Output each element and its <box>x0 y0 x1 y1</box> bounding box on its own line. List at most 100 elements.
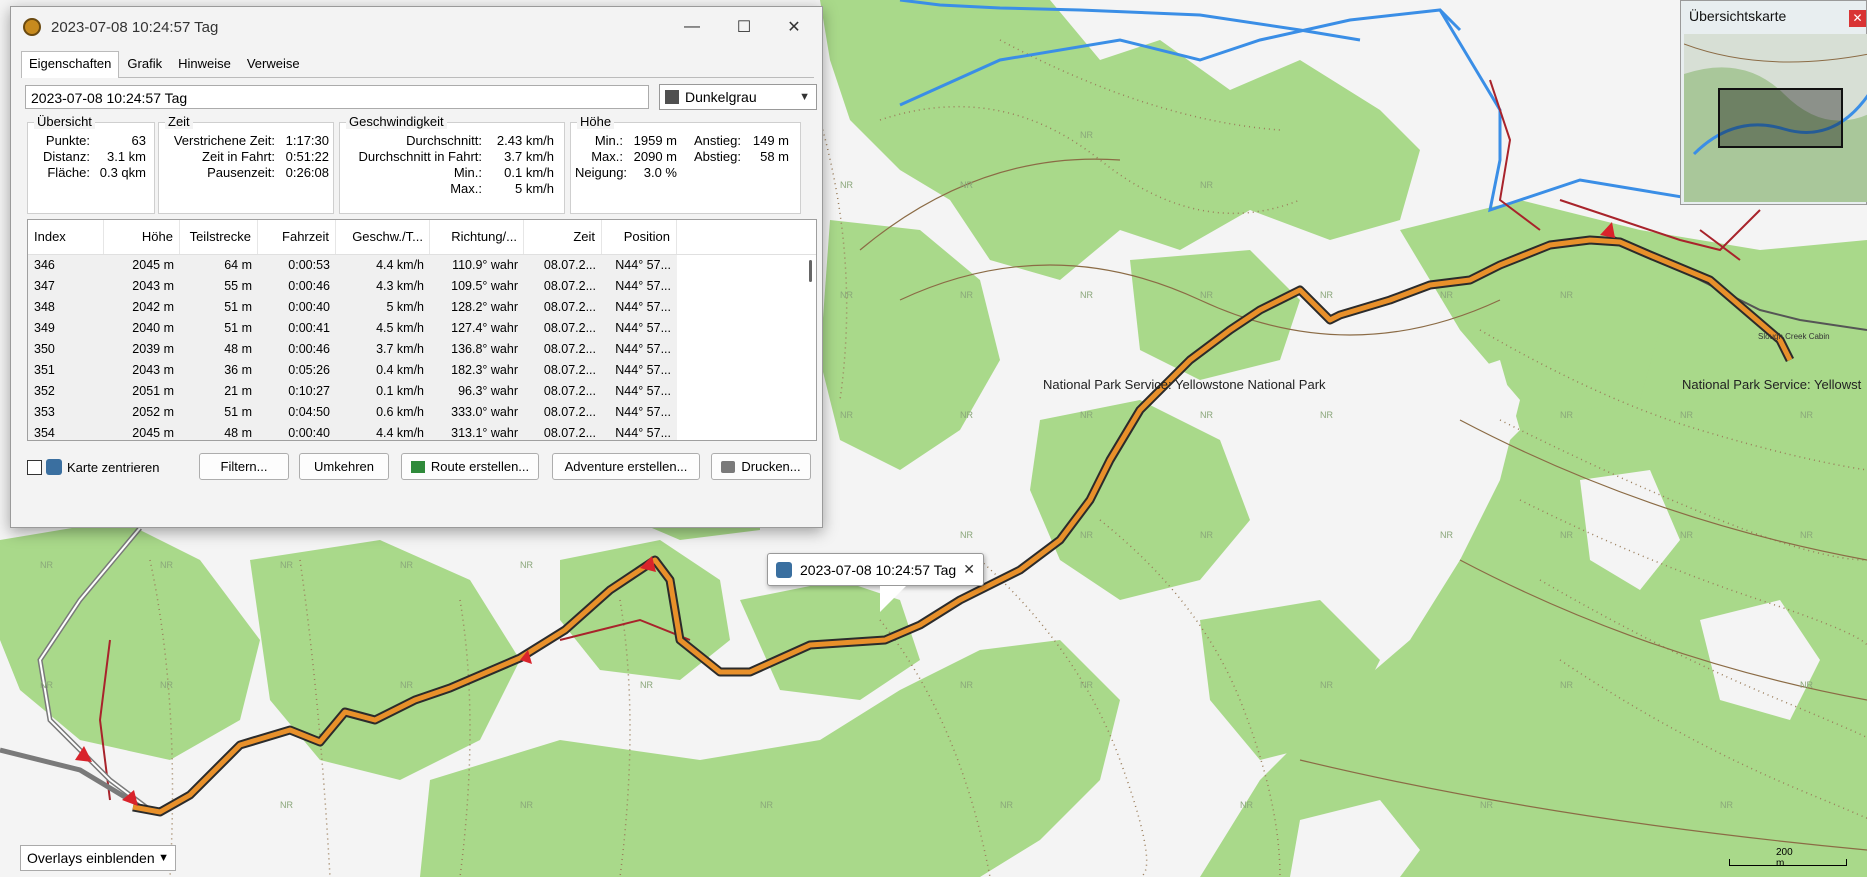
overlays-select[interactable]: Overlays einblenden ▼ <box>20 845 176 871</box>
nr-label: NR <box>280 800 293 810</box>
table-row[interactable]: 346 2045 m 64 m 0:00:53 4.4 km/h 110.9° wahr 0… <box>28 255 816 276</box>
park-label: National Park Service: Yellowst <box>1682 377 1862 392</box>
table-cell: 0:04:50 <box>258 402 336 423</box>
table-cell: N44° 57... <box>602 360 677 381</box>
nr-label: NR <box>1480 800 1493 810</box>
minimize-icon[interactable]: — <box>669 11 715 43</box>
pausenzeit-value: 0:26:08 <box>285 165 329 180</box>
maximize-icon[interactable]: ☐ <box>721 11 767 43</box>
table-cell: 0:05:26 <box>258 360 336 381</box>
filtern-button[interactable]: Filtern... <box>199 453 289 480</box>
column-header[interactable]: Index <box>28 220 104 254</box>
nr-label: NR <box>840 410 853 420</box>
color-select[interactable]: Dunkelgrau ▼ <box>659 84 817 110</box>
nr-label: NR <box>960 290 973 300</box>
table-cell: 346 <box>28 255 104 276</box>
overview-map-canvas[interactable] <box>1684 34 1867 202</box>
close-icon[interactable]: ✕ <box>1849 10 1866 27</box>
table-cell: 347 <box>28 276 104 297</box>
table-row[interactable]: 354 2045 m 48 m 0:00:40 4.4 km/h 313.1° wahr 0… <box>28 423 816 440</box>
table-cell: 0.1 km/h <box>336 381 430 402</box>
table-cell: 0:00:41 <box>258 318 336 339</box>
anstieg-label: Anstieg: <box>694 133 741 148</box>
group-hoehe: Höhe Min.: 1959 m Max.: 2090 m Neigung: 3.0… <box>570 114 801 214</box>
column-header[interactable]: Position <box>602 220 677 254</box>
table-cell: 3.7 km/h <box>336 339 430 360</box>
table-cell: 0:10:27 <box>258 381 336 402</box>
tab-verweise[interactable]: Verweise <box>239 51 308 77</box>
karte-zentrieren-checkbox[interactable]: Karte zentrieren <box>27 459 160 475</box>
table-cell: N44° 57... <box>602 339 677 360</box>
hoehe-min-value: 1959 m <box>633 133 677 148</box>
overview-map-panel[interactable]: Übersichtskarte ✕ <box>1680 0 1867 205</box>
column-header[interactable]: Geschw./T... <box>336 220 430 254</box>
table-cell: 4.4 km/h <box>336 423 430 440</box>
punkte-value: 63 <box>131 133 146 148</box>
nr-label: NR <box>640 680 653 690</box>
table-row[interactable]: 348 2042 m 51 m 0:00:40 5 km/h 128.2° wahr 08.… <box>28 297 816 318</box>
distanz-label: Distanz: <box>43 149 90 164</box>
table-cell: 2051 m <box>104 381 180 402</box>
nr-label: NR <box>1080 130 1093 140</box>
table-cell: N44° 57... <box>602 255 677 276</box>
close-icon[interactable]: ✕ <box>963 561 975 578</box>
table-cell: 21 m <box>180 381 258 402</box>
nr-label: NR <box>1000 800 1013 810</box>
flaeche-label: Fläche: <box>47 165 90 180</box>
tab-hinweise[interactable]: Hinweise <box>170 51 239 77</box>
table-cell: 55 m <box>180 276 258 297</box>
group-uebersicht: Übersicht Punkte: 63 Distanz: 3.1 km Fläch… <box>27 114 155 214</box>
umkehren-button[interactable]: Umkehren <box>299 453 389 480</box>
table-cell: 2039 m <box>104 339 180 360</box>
group-zeit: Zeit Verstrichene Zeit: 1:17:30 Zeit in F… <box>158 114 334 214</box>
nr-label: NR <box>840 180 853 190</box>
table-cell: 136.8° wahr <box>430 339 524 360</box>
table-scrollbar[interactable] <box>809 260 812 282</box>
table-cell: N44° 57... <box>602 276 677 297</box>
table-cell: 08.07.2... <box>524 318 602 339</box>
checkbox[interactable] <box>27 459 42 475</box>
nr-label: NR <box>520 560 533 570</box>
distanz-value: 3.1 km <box>106 149 146 164</box>
table-cell: 08.07.2... <box>524 255 602 276</box>
track-name-input[interactable]: 2023-07-08 10:24:57 Tag <box>25 85 649 109</box>
table-cell: 348 <box>28 297 104 318</box>
durchschnitt-label: Durchschnitt: <box>406 133 482 148</box>
column-header[interactable]: Fahrzeit <box>258 220 336 254</box>
geschw-min-value: 0.1 km/h <box>504 165 554 180</box>
neigung-label: Neigung: <box>575 165 628 180</box>
verstrichene-zeit-label: Verstrichene Zeit: <box>173 133 275 148</box>
table-row[interactable]: 353 2052 m 51 m 0:04:50 0.6 km/h 333.0° wahr 0… <box>28 402 816 423</box>
table-cell: 0:00:40 <box>258 423 336 440</box>
table-cell: 0:00:53 <box>258 255 336 276</box>
close-icon[interactable]: ✕ <box>771 11 817 43</box>
table-cell: 96.3° wahr <box>430 381 524 402</box>
table-row[interactable]: 349 2040 m 51 m 0:00:41 4.5 km/h 127.4° wahr 0… <box>28 318 816 339</box>
drucken-button[interactable]: Drucken... <box>711 453 811 480</box>
table-cell: 313.1° wahr <box>430 423 524 440</box>
column-header[interactable]: Teilstrecke <box>180 220 258 254</box>
table-cell: 109.5° wahr <box>430 276 524 297</box>
trackpoint-table[interactable]: Index Höhe Teilstrecke Fahrzeit Geschw./… <box>27 219 817 441</box>
track-properties-dialog[interactable]: 2023-07-08 10:24:57 Tag — ☐ ✕ Eigenschaf… <box>10 6 823 528</box>
tab-eigenschaften[interactable]: Eigenschaften <box>21 51 120 78</box>
table-row[interactable]: 350 2039 m 48 m 0:00:46 3.7 km/h 136.8° wahr 0… <box>28 339 816 360</box>
column-header[interactable]: Zeit <box>524 220 602 254</box>
table-cell: 349 <box>28 318 104 339</box>
track-tooltip[interactable]: 2023-07-08 10:24:57 Tag ✕ <box>767 553 984 586</box>
table-cell: 110.9° wahr <box>430 255 524 276</box>
table-cell: 51 m <box>180 402 258 423</box>
table-row[interactable]: 351 2043 m 36 m 0:05:26 0.4 km/h 182.3° wahr 0… <box>28 360 816 381</box>
nr-label: NR <box>1080 410 1093 420</box>
abstieg-value: 58 m <box>760 149 789 164</box>
column-header[interactable]: Richtung/... <box>430 220 524 254</box>
cabin-label: Slough Creek Cabin <box>1758 332 1830 341</box>
table-row[interactable]: 352 2051 m 21 m 0:10:27 0.1 km/h 96.3° wahr 08… <box>28 381 816 402</box>
tab-grafik[interactable]: Grafik <box>119 51 170 77</box>
verstrichene-zeit-value: 1:17:30 <box>285 133 329 148</box>
table-cell: 182.3° wahr <box>430 360 524 381</box>
table-row[interactable]: 347 2043 m 55 m 0:00:46 4.3 km/h 109.5° wahr 0… <box>28 276 816 297</box>
route-erstellen-button[interactable]: Route erstellen... <box>401 453 539 480</box>
adventure-erstellen-button[interactable]: Adventure erstellen... <box>552 453 700 480</box>
column-header[interactable]: Höhe <box>104 220 180 254</box>
